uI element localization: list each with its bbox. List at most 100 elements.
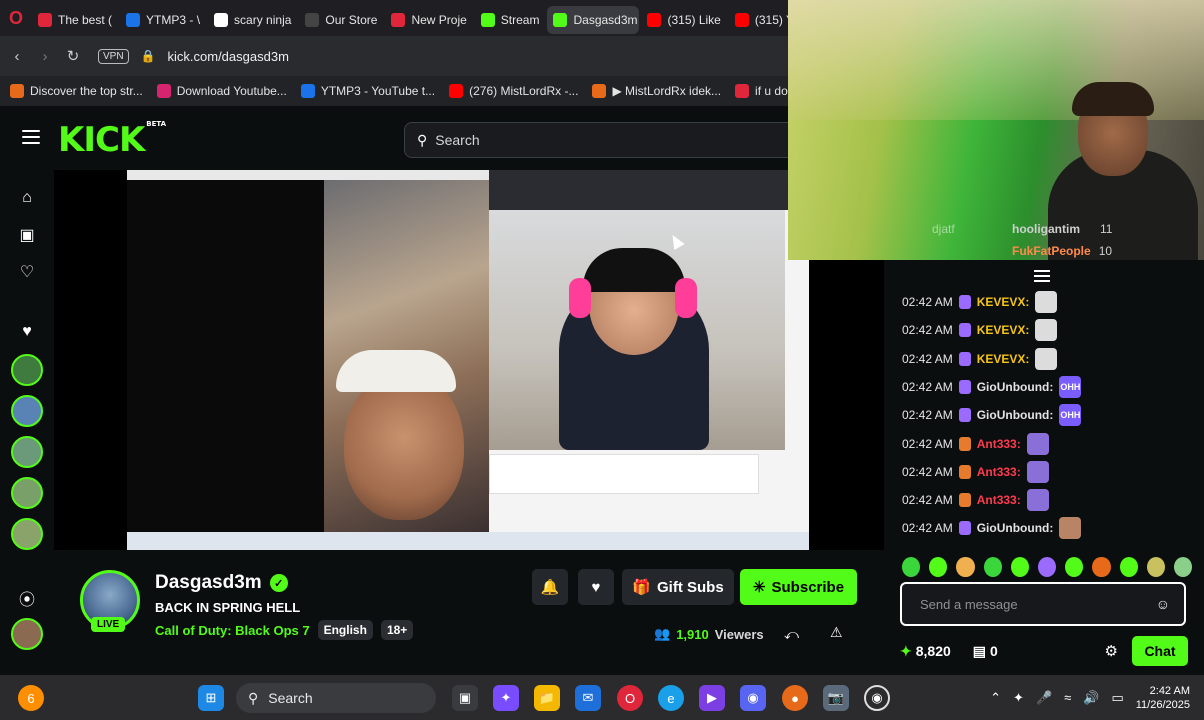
bookmark-item[interactable]: (276) MistLordRx -...: [449, 84, 578, 98]
video-player[interactable]: [54, 170, 884, 550]
browser-tab[interactable]: Dasgasd3m St: [547, 6, 640, 34]
clock[interactable]: 2:42 AM 11/26/2025: [1136, 684, 1190, 712]
quick-emote-icon[interactable]: [1146, 557, 1165, 577]
browse-icon[interactable]: ▣: [17, 225, 37, 245]
emote-picker-icon[interactable]: ☺: [1156, 596, 1170, 612]
chat-username[interactable]: GioUnbound:: [977, 408, 1054, 422]
bookmark-label: YTMP3 - YouTube t...: [320, 84, 436, 98]
weather-icon[interactable]: 6: [18, 685, 44, 711]
microphone-icon[interactable]: 🎤: [1036, 690, 1052, 706]
outlook-icon[interactable]: ✉: [575, 685, 601, 711]
kick-logo[interactable]: KICK BETA: [58, 120, 166, 160]
followed-channel-avatar[interactable]: [11, 436, 43, 468]
browser-tab[interactable]: Our Store: [299, 6, 383, 34]
chat-username[interactable]: GioUnbound:: [977, 521, 1054, 535]
menu-icon[interactable]: [22, 130, 40, 144]
bookmark-item[interactable]: ▶ MistLordRx idek...: [592, 84, 721, 98]
report-icon[interactable]: ⚠: [830, 624, 843, 641]
url-field[interactable]: kick.com/dasgasd3m: [168, 49, 289, 64]
app-icon[interactable]: ●: [782, 685, 808, 711]
volume-icon[interactable]: 🔊: [1083, 690, 1099, 706]
copilot-icon[interactable]: ✦: [493, 685, 519, 711]
file-explorer-icon[interactable]: 📁: [534, 685, 560, 711]
notifications-button[interactable]: 🔔: [532, 569, 568, 605]
browser-tab[interactable]: scary ninja: [208, 6, 297, 34]
quick-emote-icon[interactable]: [929, 557, 948, 577]
bookmark-item[interactable]: Download Youtube...: [156, 84, 287, 98]
quick-emote-icon[interactable]: [902, 557, 921, 577]
quick-emote-icon[interactable]: [983, 557, 1002, 577]
start-icon[interactable]: ⊞: [198, 685, 224, 711]
channel-points[interactable]: ✦ 8,820: [900, 643, 951, 660]
followed-channel-avatar[interactable]: [11, 395, 43, 427]
reload-icon[interactable]: ↻: [62, 45, 84, 67]
browser-tab[interactable]: YTMP3 - \: [120, 6, 206, 34]
followed-channel-avatar[interactable]: [11, 477, 43, 509]
task-view-icon[interactable]: ▣: [452, 685, 478, 711]
os-taskbar: 6 ⊞ ⚲ Search ▣ ✦ 📁 ✉ O e ▶ ◉ ● 📷 ◉ ⌃ ✦ 🎤…: [0, 675, 1204, 720]
drops[interactable]: ▤ 0: [973, 643, 998, 660]
tag-language[interactable]: English: [317, 620, 373, 640]
follow-button[interactable]: ♥: [578, 569, 614, 605]
bookmark-item[interactable]: Discover the top str...: [10, 84, 143, 98]
subscribe-button[interactable]: ✳ Subscribe: [740, 569, 857, 605]
chat-message: 02:42 AM Ant333:: [902, 432, 1049, 455]
favorites-icon[interactable]: ♥: [17, 322, 37, 342]
back-icon[interactable]: ‹: [6, 45, 28, 67]
quick-emote-icon[interactable]: [1010, 557, 1029, 577]
headset-icon: [569, 278, 591, 318]
followed-channel-avatar[interactable]: [11, 518, 43, 550]
browser-tab[interactable]: Stream: [475, 6, 546, 34]
quick-emote-icon[interactable]: [1037, 557, 1057, 577]
chat-message-input[interactable]: Send a message ☺: [900, 582, 1186, 626]
home-icon[interactable]: ⌂: [17, 188, 37, 208]
opera-logo-icon[interactable]: O: [0, 0, 32, 36]
tag-mature[interactable]: 18+: [380, 620, 414, 640]
bookmark-item[interactable]: YTMP3 - YouTube t...: [300, 84, 436, 98]
quick-emote-icon[interactable]: [1119, 557, 1138, 577]
camera-icon[interactable]: 📷: [823, 685, 849, 711]
clipchamp-icon[interactable]: ▶: [699, 685, 725, 711]
forward-icon[interactable]: ›: [34, 45, 56, 67]
chat-username[interactable]: Ant333:: [977, 465, 1021, 479]
verified-icon: ✓: [269, 574, 288, 592]
chat-username[interactable]: KEVEVX:: [977, 323, 1030, 337]
quick-emote-icon[interactable]: [956, 557, 975, 577]
quick-emote-icon[interactable]: [1092, 557, 1111, 577]
edge-icon[interactable]: e: [658, 685, 684, 711]
followed-channel-avatar[interactable]: [11, 618, 43, 650]
quick-emote-icon[interactable]: [1065, 557, 1084, 577]
browser-tab[interactable]: (315) Like: [641, 6, 726, 34]
discord-icon[interactable]: ◉: [740, 685, 766, 711]
browser-tab[interactable]: The best (: [32, 6, 118, 34]
share-icon[interactable]: ⤺: [784, 626, 799, 643]
opera-icon[interactable]: O: [617, 685, 643, 711]
obs-icon[interactable]: ◉: [864, 685, 890, 711]
chat-username[interactable]: Ant333:: [977, 493, 1021, 507]
followed-channel-avatar[interactable]: [11, 354, 43, 386]
quick-emote-icon[interactable]: [1173, 557, 1193, 577]
browser-tab[interactable]: New Proje: [385, 6, 472, 34]
tray-app-icon[interactable]: ✦: [1013, 690, 1024, 706]
search-input[interactable]: ⚲ Search: [404, 122, 804, 158]
chat-username[interactable]: KEVEVX:: [977, 352, 1030, 366]
streamer-name[interactable]: Dasgasd3m: [155, 572, 262, 594]
chevron-up-icon[interactable]: ⌃: [990, 690, 1001, 706]
battery-icon[interactable]: ▭: [1111, 690, 1123, 706]
vpn-badge[interactable]: VPN: [98, 48, 129, 64]
taskbar-search[interactable]: ⚲ Search: [236, 683, 436, 713]
gift-subs-button[interactable]: 🎁 Gift Subs: [622, 569, 734, 605]
category-link[interactable]: Call of Duty: Black Ops 7: [155, 623, 310, 638]
chat-settings-icon[interactable]: ⚙: [1105, 642, 1118, 660]
chat-username[interactable]: Ant333:: [977, 437, 1021, 451]
following-icon[interactable]: ♡: [17, 262, 37, 282]
category-row: Call of Duty: Black Ops 7 English 18+: [155, 620, 414, 640]
lock-icon[interactable]: 🔒: [141, 49, 156, 63]
chat-username[interactable]: GioUnbound:: [977, 380, 1054, 394]
chat-username[interactable]: KEVEVX:: [977, 295, 1030, 309]
chat-send-button[interactable]: Chat: [1132, 636, 1188, 666]
live-icon[interactable]: ⦿: [17, 588, 37, 609]
chat-menu-icon[interactable]: [1034, 270, 1050, 282]
tab-label: (315) Like: [667, 13, 721, 27]
wifi-icon[interactable]: ≈: [1064, 690, 1071, 705]
